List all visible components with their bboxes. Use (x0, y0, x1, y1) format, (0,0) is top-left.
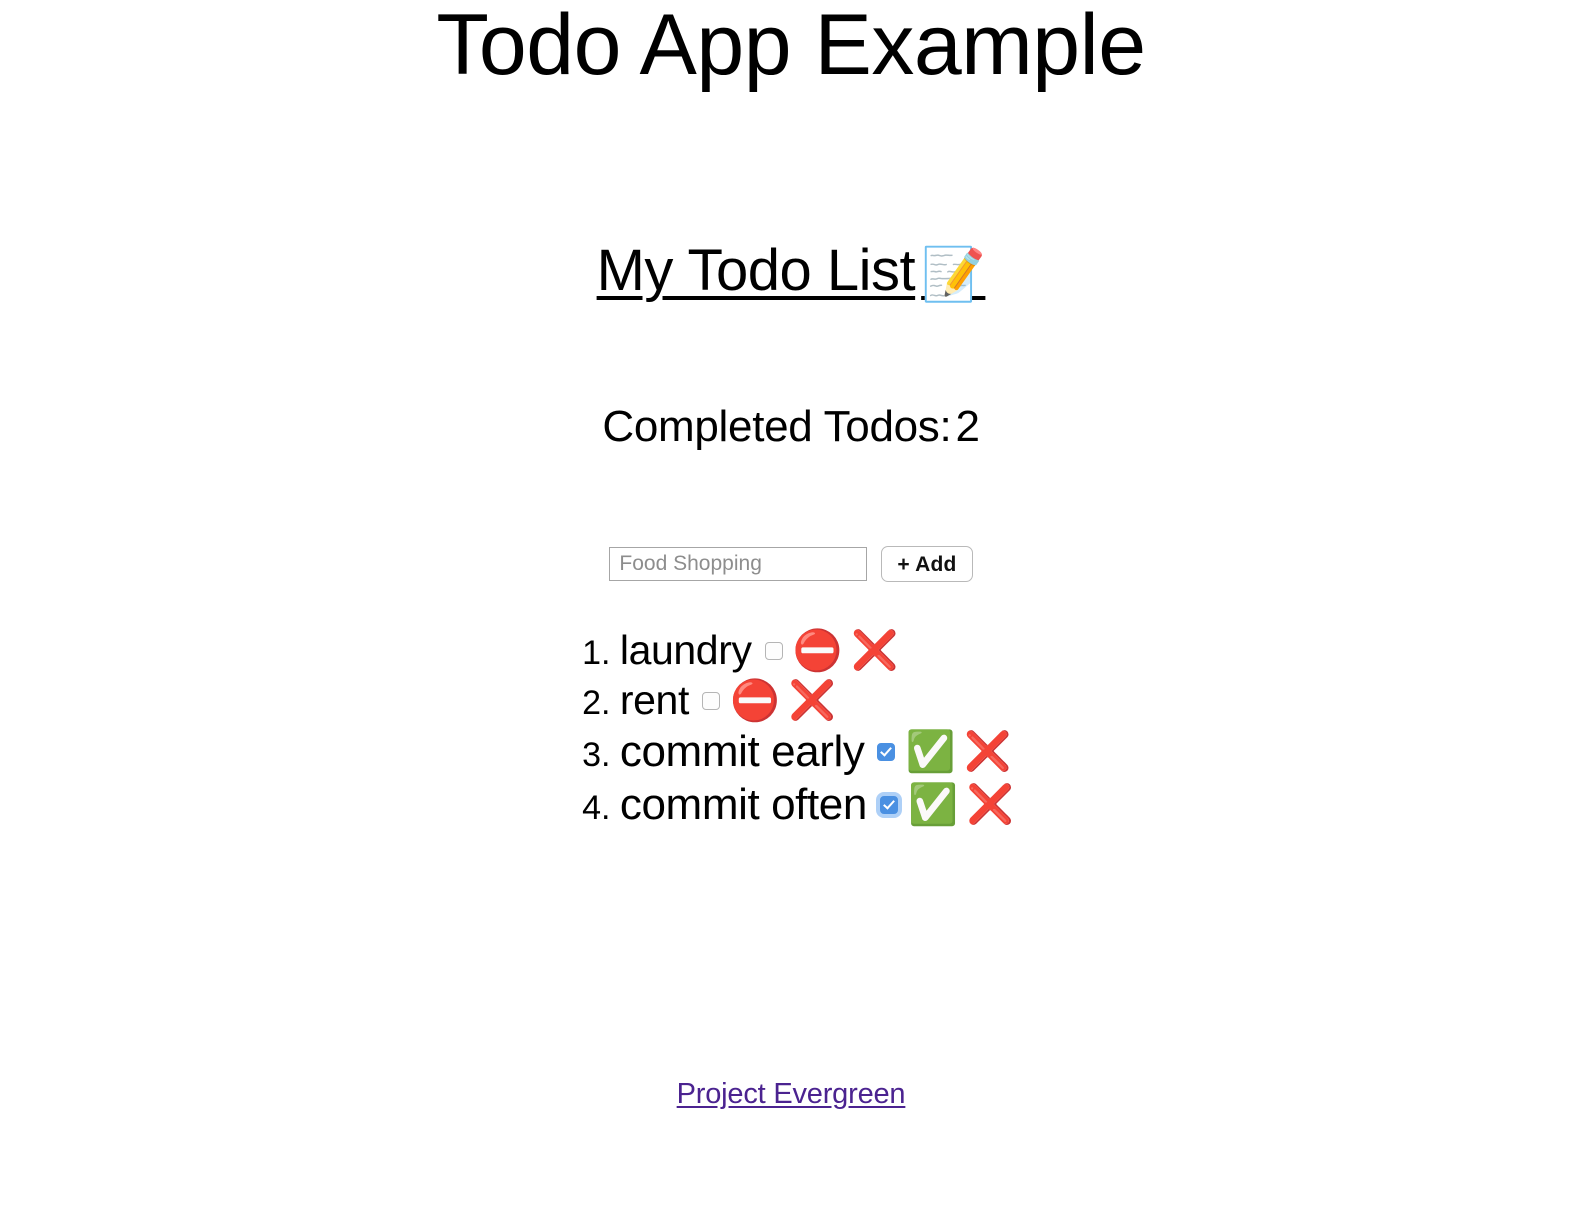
todo-app-page: Todo App Example My Todo List 📝 Completed… (0, 0, 1582, 1212)
no-entry-icon: ⛔ (792, 628, 843, 673)
todo-list-heading-label: My Todo List (596, 238, 916, 303)
delete-todo-icon[interactable]: ❌ (964, 733, 1011, 771)
todo-item-row: commit often ✅❌ (620, 783, 1014, 827)
check-mark-icon: ✅ (907, 783, 958, 828)
todo-item: commit early ✅❌ (620, 730, 1014, 774)
todo-item-label: laundry (619, 627, 752, 674)
todo-item-row: commit early ✅❌ (620, 730, 1012, 774)
todo-list-heading: My Todo List 📝 (597, 238, 986, 306)
todo-item-row: laundry ⛔❌ (620, 630, 899, 671)
todo-item-checkbox[interactable] (764, 641, 783, 660)
project-evergreen-link[interactable]: Project Evergreen (677, 1078, 906, 1110)
todo-item-label: rent (619, 677, 689, 724)
page-footer: Project Evergreen (0, 1078, 1582, 1111)
completed-todos-count: 2 (955, 401, 980, 451)
delete-todo-icon[interactable]: ❌ (789, 682, 836, 720)
todo-item-label: commit early (619, 727, 865, 777)
add-todo-form: + Add (0, 452, 1582, 583)
no-entry-icon: ⛔ (729, 678, 780, 723)
todo-widget: My Todo List📝 Completed Todos:2 + Add la… (0, 238, 1582, 836)
todo-list: laundry⛔❌rent⛔❌commit early✅❌commit ofte… (568, 630, 1014, 836)
completed-todos-label: Completed Todos: (602, 401, 952, 451)
page-title: Todo App Example (436, 0, 1146, 93)
delete-todo-icon[interactable]: ❌ (967, 786, 1014, 824)
todo-item-label: commit often (619, 780, 867, 830)
todo-item-checkbox[interactable] (877, 743, 896, 762)
todo-item: commit often ✅❌ (620, 783, 1014, 827)
add-todo-button[interactable]: + Add (881, 546, 973, 583)
todo-item-checkbox[interactable] (701, 691, 720, 710)
todo-item-row: rent ⛔❌ (620, 680, 836, 721)
delete-todo-icon[interactable]: ❌ (851, 632, 898, 670)
new-todo-input[interactable] (609, 547, 868, 582)
todo-list-container: laundry⛔❌rent⛔❌commit early✅❌commit ofte… (0, 582, 1582, 836)
check-mark-icon: ✅ (905, 730, 956, 775)
todo-item: laundry ⛔❌ (620, 630, 1014, 671)
memo-icon: 📝 (921, 246, 986, 304)
todo-item-checkbox[interactable] (879, 796, 898, 815)
todo-item: rent ⛔❌ (620, 680, 1014, 721)
completed-todos-status: Completed Todos:2 (0, 306, 1582, 453)
